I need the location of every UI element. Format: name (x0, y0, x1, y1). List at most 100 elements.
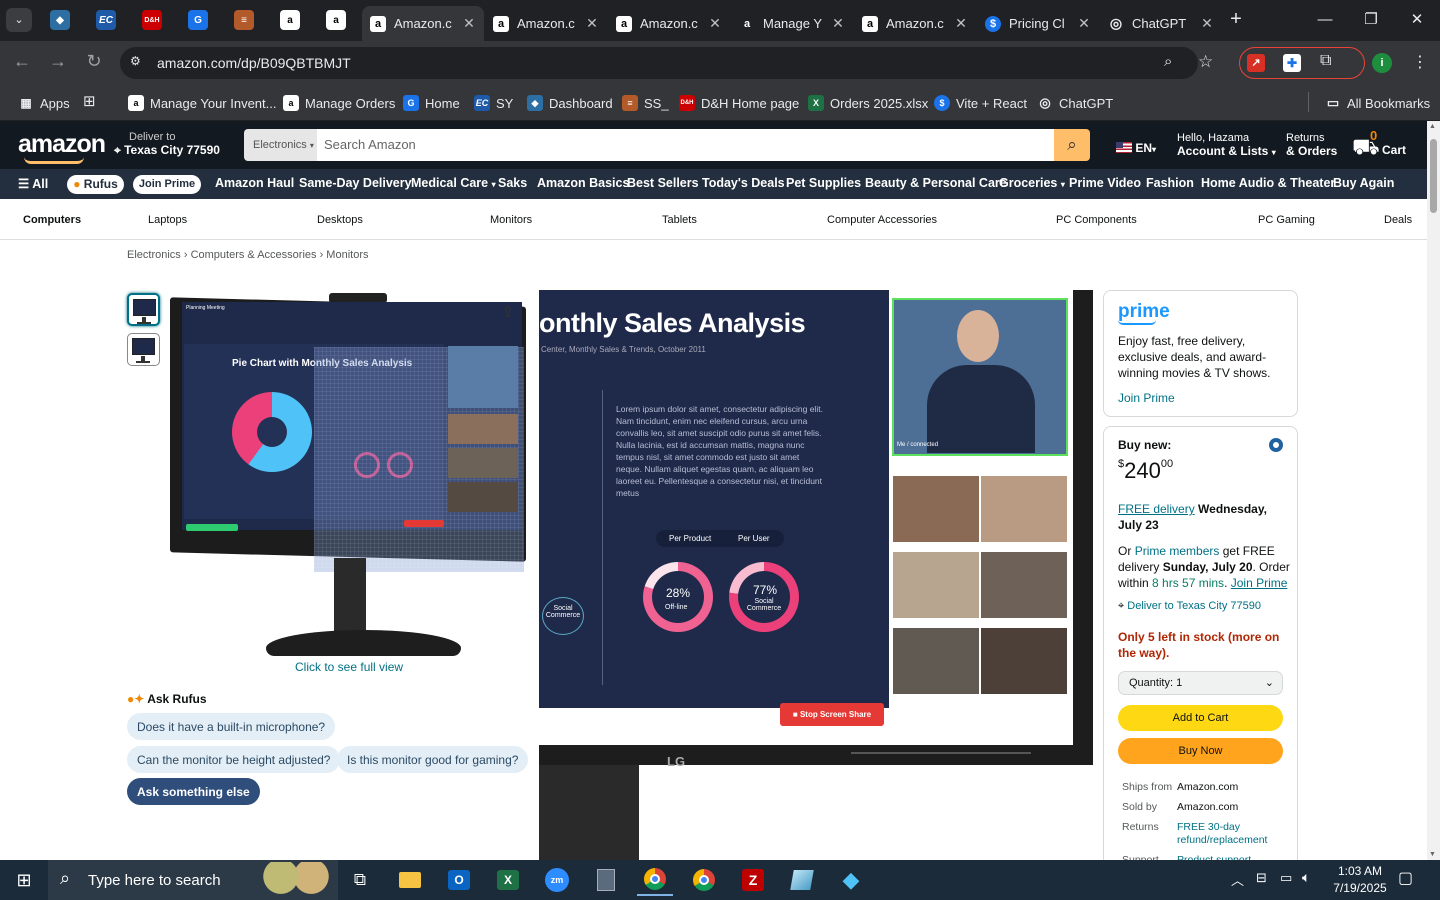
tab-amazon[interactable]: a Amazon.c ✕ (854, 6, 976, 41)
rufus-question[interactable]: Is this monitor good for gaming? (337, 746, 529, 773)
profile-avatar[interactable]: i (1372, 53, 1392, 73)
show-hidden-icons[interactable]: ︿ (1231, 870, 1244, 889)
all-bookmarks[interactable]: ▭ All Bookmarks (1325, 92, 1430, 114)
nav-item[interactable]: Amazon Haul (215, 176, 294, 190)
pinned-tab-stack-icon[interactable]: ≡ (234, 10, 254, 30)
app-diamond-icon[interactable]: ◆ (833, 864, 869, 896)
chrome-icon[interactable] (637, 864, 673, 896)
chrome-menu-icon[interactable]: ⋮ (1412, 52, 1428, 72)
file-explorer-icon[interactable] (392, 864, 428, 896)
bookmark-vite-react[interactable]: $ Vite + React (934, 92, 1027, 114)
site-info-icon[interactable]: ⚙ (130, 54, 141, 68)
minimize-button[interactable]: — (1302, 6, 1348, 34)
main-product-image[interactable]: Planning Meeting Pie Chart with Monthly … (166, 290, 531, 662)
close-window-button[interactable]: ✕ (1394, 6, 1440, 34)
nav-item-groceries[interactable]: Groceries ▾ (999, 176, 1065, 190)
cart[interactable]: ⛟ 0 Cart (1352, 128, 1412, 159)
close-tab-icon[interactable]: ✕ (1077, 15, 1091, 32)
returns-orders[interactable]: Returns & Orders (1286, 132, 1337, 158)
bookmark-dh-home[interactable]: D&H D&H Home page (679, 92, 799, 114)
image-thumbnail[interactable] (127, 293, 160, 326)
pinned-tab-amazon-icon[interactable]: a (280, 10, 300, 30)
search-input[interactable]: Search Amazon (317, 129, 1054, 161)
back-button[interactable]: ← (10, 51, 34, 72)
clock[interactable]: 1:03 AM 7/19/2025 (1325, 863, 1395, 897)
nav-item[interactable]: Best Sellers (627, 176, 699, 190)
url-text[interactable]: amazon.com/dp/B09QBTBMJT (157, 55, 351, 71)
bookmark-manage-orders[interactable]: a Manage Orders (283, 92, 395, 114)
pinned-tab-google-icon[interactable]: G (188, 10, 208, 30)
join-prime-link[interactable]: Join Prime (1118, 391, 1175, 405)
deliver-to[interactable]: Deliver to ⌖ Texas City 77590 (114, 131, 220, 158)
close-tab-icon[interactable]: ✕ (708, 15, 722, 32)
close-tab-icon[interactable]: ✕ (831, 15, 845, 32)
nav-item[interactable]: Pet Supplies (786, 176, 861, 190)
tab-search-button[interactable]: ⌄ (6, 8, 32, 32)
nav-all[interactable]: ☰ All (18, 176, 48, 191)
volume-icon[interactable]: 🔈︎ (1302, 869, 1310, 886)
calculator-icon[interactable] (588, 864, 624, 896)
subnav-item[interactable]: PC Gaming (1258, 214, 1315, 226)
filezilla-icon[interactable]: Z (735, 864, 771, 896)
tab-amazon[interactable]: a Amazon.c ✕ (485, 6, 607, 41)
puzzle-extensions-icon[interactable]: ⧉ (1320, 52, 1331, 70)
nav-join-prime-button[interactable]: Join Prime (133, 175, 201, 194)
share-icon[interactable]: ⇪ (501, 302, 514, 322)
zoom-app-icon[interactable]: zm (539, 864, 575, 896)
bookmark-sy[interactable]: EC SY (474, 92, 513, 114)
subnav-item[interactable]: Deals (1384, 214, 1412, 226)
nav-item[interactable]: Amazon Basics (537, 176, 629, 190)
rufus-question[interactable]: Does it have a built-in microphone? (127, 713, 336, 740)
pinned-tab-icon[interactable]: ◆ (50, 10, 70, 30)
scroll-down-arrow[interactable]: ▼ (1429, 851, 1436, 858)
pdf-extension-icon[interactable]: ↗ (1247, 54, 1265, 72)
chrome-icon[interactable] (686, 864, 722, 896)
tab-manage[interactable]: a Manage Y ✕ (731, 6, 853, 41)
pinned-tab-amazon-icon[interactable]: a (326, 10, 346, 30)
nav-rufus-button[interactable]: ● Rufus (67, 175, 124, 194)
bookmark-home[interactable]: G Home (403, 92, 460, 114)
join-prime-link[interactable]: Join Prime (1231, 576, 1288, 590)
tab-groups-icon[interactable]: ⊞ (83, 92, 96, 110)
nav-item[interactable]: Beauty & Personal Care (865, 176, 1007, 190)
extension-icon[interactable]: ✚ (1283, 54, 1301, 72)
subnav-item[interactable]: Monitors (490, 214, 532, 226)
breadcrumb-link[interactable]: Electronics (127, 249, 181, 261)
start-button[interactable]: ⊞ (6, 864, 42, 896)
rufus-question[interactable]: Can the monitor be height adjusted? (127, 746, 341, 773)
tab-chatgpt[interactable]: ◎ ChatGPT ✕ (1100, 6, 1222, 41)
zoom-icon[interactable]: ⌕ (1164, 53, 1172, 70)
task-view-icon[interactable]: ⧉ (342, 864, 378, 896)
bookmark-chatgpt[interactable]: ◎ ChatGPT (1037, 92, 1113, 114)
nav-item[interactable]: Saks (498, 176, 527, 190)
tab-pricing[interactable]: $ Pricing Cl ✕ (977, 6, 1099, 41)
subnav-item[interactable]: Laptops (148, 214, 187, 226)
page-scrollbar[interactable]: ▲ ▼ (1427, 121, 1440, 860)
bookmark-ss[interactable]: ≡ SS_ (622, 92, 669, 114)
add-to-cart-button[interactable]: Add to Cart (1118, 705, 1283, 731)
scroll-up-arrow[interactable]: ▲ (1429, 123, 1436, 130)
nav-item[interactable]: Same-Day Delivery (299, 176, 412, 190)
returns-link[interactable]: FREE 30-day refund/replacement (1177, 821, 1277, 847)
notifications-icon[interactable]: ▢ (1398, 868, 1413, 888)
subnav-item[interactable]: Computer Accessories (827, 214, 937, 226)
nav-item[interactable]: Buy Again (1333, 176, 1394, 190)
forward-button[interactable]: → (46, 51, 70, 72)
subnav-item[interactable]: Tablets (662, 214, 697, 226)
amazon-logo[interactable]: amazon (18, 130, 106, 159)
account-lists[interactable]: Hello, Hazama Account & Lists ▾ (1177, 132, 1276, 158)
close-tab-icon[interactable]: ✕ (1200, 15, 1214, 32)
breadcrumb-link[interactable]: Computers & Accessories (191, 249, 317, 261)
pinned-tab-ec[interactable]: EC (96, 10, 116, 30)
close-tab-icon[interactable]: ✕ (462, 15, 476, 32)
close-tab-icon[interactable]: ✕ (585, 15, 599, 32)
tab-amazon-active[interactable]: a Amazon.c ✕ (362, 6, 484, 41)
reload-button[interactable]: ↻ (82, 51, 106, 72)
breadcrumb-link[interactable]: Monitors (326, 249, 368, 261)
deliver-to-link[interactable]: ⌖ Deliver to Texas City 77590 (1118, 600, 1261, 613)
wifi-icon[interactable]: ▭ (1280, 870, 1292, 886)
outlook-icon[interactable]: O (441, 864, 477, 896)
bookmark-orders-xlsx[interactable]: X Orders 2025.xlsx (808, 92, 928, 114)
subnav-item[interactable]: Desktops (317, 214, 363, 226)
free-delivery-link[interactable]: FREE delivery (1118, 502, 1195, 516)
